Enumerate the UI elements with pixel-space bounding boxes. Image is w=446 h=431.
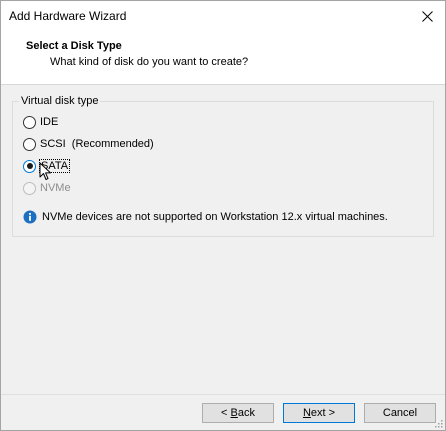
radio-button-sata[interactable] <box>23 159 36 173</box>
title-bar: Add Hardware Wizard <box>1 1 445 31</box>
window-title: Add Hardware Wizard <box>9 9 127 23</box>
page-subtitle: What kind of disk do you want to create? <box>50 56 249 68</box>
footer-divider <box>1 394 445 395</box>
cancel-button-label: Cancel <box>382 407 418 419</box>
next-button[interactable]: Next > <box>283 403 355 423</box>
radio-button-scsi[interactable] <box>23 137 36 151</box>
mouse-pointer-icon <box>39 162 51 180</box>
virtual-disk-type-group: Virtual disk type IDE SCSI (Recommended)… <box>12 95 434 237</box>
resize-grip-icon[interactable] <box>433 418 443 428</box>
close-button[interactable] <box>415 4 439 28</box>
radio-scsi[interactable]: SCSI (Recommended) <box>23 136 154 152</box>
back-button-mnemonic: B <box>230 407 238 419</box>
radio-label-scsi[interactable]: SCSI (Recommended) <box>40 138 154 150</box>
wizard-header: Select a Disk Type What kind of disk do … <box>1 31 445 85</box>
radio-label-nvme: NVMe <box>40 182 71 194</box>
info-icon <box>23 210 37 224</box>
close-icon <box>421 10 433 22</box>
back-button-prefix: < <box>221 407 231 419</box>
radio-nvme: NVMe <box>23 180 71 196</box>
back-button[interactable]: < Back <box>202 403 274 423</box>
next-button-rest: ext > <box>310 407 336 419</box>
page-title: Select a Disk Type <box>26 40 122 52</box>
nvme-info-row: NVMe devices are not supported on Workst… <box>23 210 388 224</box>
radio-ide[interactable]: IDE <box>23 114 58 130</box>
back-button-rest: ack <box>237 407 255 419</box>
cancel-button[interactable]: Cancel <box>364 403 436 423</box>
radio-button-nvme <box>23 181 36 195</box>
radio-label-ide[interactable]: IDE <box>40 116 58 128</box>
add-hardware-wizard-window: Add Hardware Wizard Select a Disk Type W… <box>0 0 446 431</box>
nvme-info-text: NVMe devices are not supported on Workst… <box>42 211 388 223</box>
radio-button-ide[interactable] <box>23 115 36 129</box>
group-label: Virtual disk type <box>19 95 101 107</box>
next-button-mnemonic: N <box>302 407 311 419</box>
